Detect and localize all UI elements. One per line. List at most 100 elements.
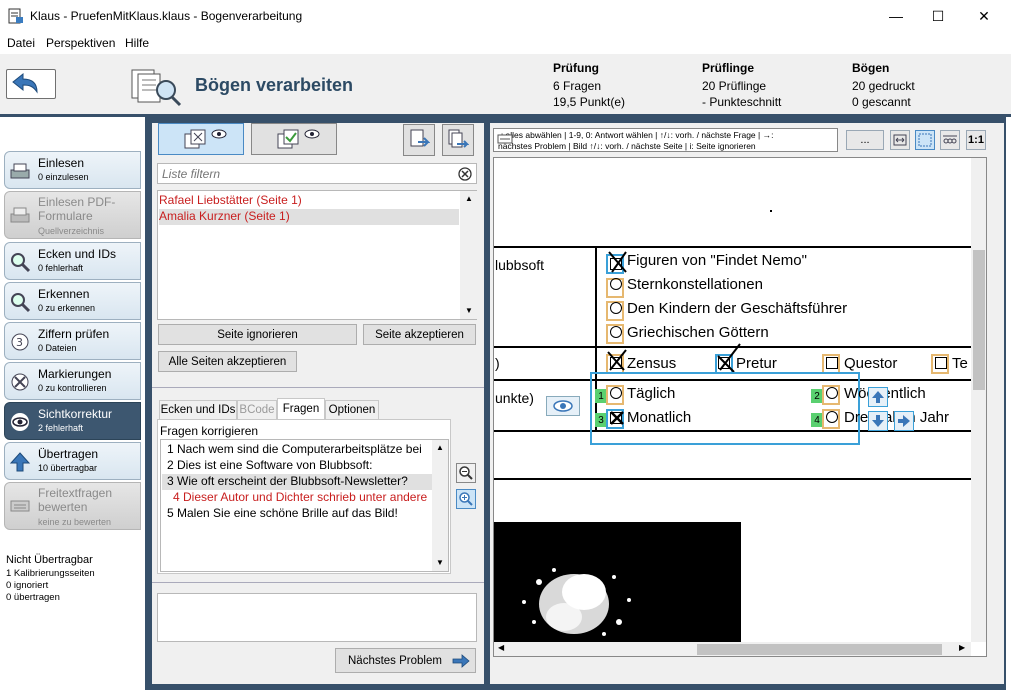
- answer-circle: [610, 387, 622, 399]
- export-page-button[interactable]: [403, 124, 435, 156]
- close-button[interactable]: ✕: [961, 0, 1007, 32]
- scan-vertical-scrollbar[interactable]: [971, 158, 986, 642]
- arrow-right-icon: [898, 415, 910, 427]
- clear-filter-icon[interactable]: [458, 167, 472, 181]
- drawing-field: [494, 522, 741, 656]
- stat-title: Prüfung: [553, 61, 599, 75]
- previous-question-button[interactable]: [868, 387, 888, 407]
- next-problem-arrow-button[interactable]: [894, 411, 914, 431]
- next-problem-label: Nächstes Problem: [348, 654, 442, 667]
- sidebar-item-sub: 0 Dateien: [38, 343, 77, 353]
- export-all-pages-button[interactable]: [442, 124, 474, 156]
- more-options-button[interactable]: ...: [846, 130, 884, 150]
- sidebar-item-sub: 0 einzulesen: [38, 172, 89, 182]
- zoom-in-icon: [459, 492, 473, 506]
- list-item[interactable]: 5 Malen Sie eine schöne Brille auf das B…: [167, 506, 427, 522]
- scroll-down-icon: ▼: [436, 558, 444, 567]
- sidebar-item-sichtkorrektur[interactable]: Sichtkorrektur 2 fehlerhaft: [4, 402, 141, 440]
- fit-page-button[interactable]: [915, 130, 935, 150]
- fit-width-button[interactable]: [890, 130, 910, 150]
- question-list-scrollbar[interactable]: ▲ ▼: [432, 440, 448, 571]
- magnifier-icon: [11, 253, 31, 273]
- not-transferable-line: 1 Kalibrierungsseiten: [6, 568, 95, 579]
- sidebar: Einlesen 0 einzulesen Einlesen PDF-Formu…: [0, 117, 145, 695]
- stat-line: 19,5 Punkt(e): [553, 95, 626, 109]
- scan-line: [494, 478, 974, 480]
- menu-datei[interactable]: Datei: [7, 36, 35, 50]
- scan-view: lubbsoft ) unkte) Figuren von "Findet Ne…: [493, 157, 987, 657]
- stat-prueflinge: Prüflinge 20 Prüflinge - Punkteschnitt: [702, 61, 781, 109]
- sidebar-item-erkennen[interactable]: Erkennen 0 zu erkennen: [4, 282, 141, 320]
- scan-horizontal-scrollbar[interactable]: ◀ ▶: [494, 642, 971, 656]
- svg-text:3: 3: [16, 336, 23, 349]
- minimize-button[interactable]: —: [873, 0, 919, 32]
- handwritten-cross-icon: [610, 411, 624, 425]
- student-list: Rafael Liebstätter (Seite 1) Amalia Kurz…: [157, 190, 477, 320]
- stat-boegen: Bögen 20 gedruckt 0 gescannt: [852, 61, 915, 109]
- back-arrow-icon: [12, 72, 38, 94]
- scan-option: Den Kindern der Geschäftsführer: [627, 300, 848, 317]
- zoom-in-button[interactable]: [456, 489, 476, 509]
- scan-option: Sternkonstellationen: [627, 276, 763, 293]
- view-answer-button[interactable]: [546, 396, 580, 416]
- page-title: Bögen verarbeiten: [195, 75, 354, 95]
- tab-ecken-ids[interactable]: Ecken und IDs: [159, 400, 237, 420]
- ignore-page-button[interactable]: Seite ignorieren: [158, 324, 357, 345]
- back-button[interactable]: [6, 69, 56, 99]
- list-item[interactable]: 2 Dies ist eine Software von Blubbsoft:: [167, 458, 427, 474]
- sidebar-item-markierungen[interactable]: Markierungen 0 zu kontrollieren: [4, 362, 141, 400]
- tab-optionen[interactable]: Optionen: [325, 400, 379, 420]
- questions-label: Fragen korrigieren: [160, 424, 259, 438]
- accept-page-button[interactable]: Seite akzeptieren: [363, 324, 476, 345]
- scroll-left-icon: ◀: [498, 643, 505, 652]
- sidebar-item-ziffern[interactable]: 3 Ziffern prüfen 0 Dateien: [4, 322, 141, 360]
- sheet-processing-icon: [131, 69, 182, 107]
- sidebar-item-einlesen-pdf: Einlesen PDF-Formulare Quellverzeichnis: [4, 191, 141, 239]
- menu-bar: Datei Perspektiven Hilfe: [0, 32, 1011, 54]
- next-problem-button[interactable]: Nächstes Problem: [335, 648, 476, 673]
- sidebar-item-uebertragen[interactable]: Übertragen 10 übertragbar: [4, 442, 141, 480]
- accept-all-pages-button[interactable]: Alle Seiten akzeptieren: [158, 351, 297, 372]
- thumbnails-button[interactable]: [940, 130, 960, 150]
- show-correct-button[interactable]: [251, 123, 337, 155]
- eye-icon: [553, 400, 573, 412]
- scroll-up-icon: ▲: [436, 443, 444, 452]
- scrollbar-thumb[interactable]: [973, 250, 985, 390]
- title-bar: Klaus - PruefenMitKlaus.klaus - Bogenver…: [0, 0, 1011, 32]
- scrollbar-thumb[interactable]: [697, 644, 942, 655]
- magnifier-icon: [11, 293, 31, 313]
- not-transferable-line: 0 übertragen: [6, 592, 60, 603]
- menu-perspektiven[interactable]: Perspektiven: [46, 36, 115, 50]
- next-question-button[interactable]: [868, 411, 888, 431]
- zoom-out-button[interactable]: [456, 463, 476, 483]
- stat-line: 20 gedruckt: [852, 79, 915, 93]
- keyboard-help-line: nächstes Problem | Bild ↑/↓: vorh. / näc…: [498, 141, 756, 151]
- list-item[interactable]: Amalia Kurzner (Seite 1): [159, 209, 459, 225]
- list-item[interactable]: 4 Dieser Autor und Dichter schrieb unter…: [173, 490, 433, 506]
- answer-circle: [610, 278, 622, 290]
- stat-title: Prüflinge: [702, 61, 755, 75]
- sidebar-item-label: Einlesen: [38, 156, 85, 170]
- sidebar-item-sub: 10 übertragbar: [38, 463, 98, 473]
- actual-size-button[interactable]: 1:1: [966, 130, 986, 150]
- scanner-icon: [10, 163, 30, 179]
- digit-icon: 3: [11, 333, 29, 351]
- student-list-scrollbar[interactable]: ▲ ▼: [460, 191, 477, 319]
- list-item[interactable]: 1 Nach wem sind die Computerarbeitsplätz…: [167, 442, 427, 458]
- list-item-selected[interactable]: 3 Wie oft erscheint der Blubbsoft-Newsle…: [162, 474, 432, 490]
- pages-arrow-icon: [448, 129, 469, 148]
- filter-input[interactable]: [160, 166, 450, 181]
- comment-field[interactable]: [157, 593, 477, 642]
- menu-hilfe[interactable]: Hilfe: [125, 36, 149, 50]
- scroll-up-icon: ▲: [465, 194, 473, 203]
- sidebar-item-ecken-ids[interactable]: Ecken und IDs 0 fehlerhaft: [4, 242, 141, 280]
- sidebar-item-einlesen[interactable]: Einlesen 0 einzulesen: [4, 151, 141, 189]
- stat-title: Bögen: [852, 61, 890, 75]
- show-wrong-button[interactable]: [158, 123, 244, 155]
- tab-fragen[interactable]: Fragen: [277, 398, 325, 420]
- not-transferable-summary: Nicht Übertragbar 1 Kalibrierungsseiten …: [6, 554, 95, 603]
- answer-square: [935, 357, 947, 369]
- sidebar-item-label: Markierungen: [38, 367, 112, 381]
- list-item[interactable]: Rafael Liebstätter (Seite 1): [159, 193, 459, 209]
- maximize-button[interactable]: ☐: [915, 0, 961, 32]
